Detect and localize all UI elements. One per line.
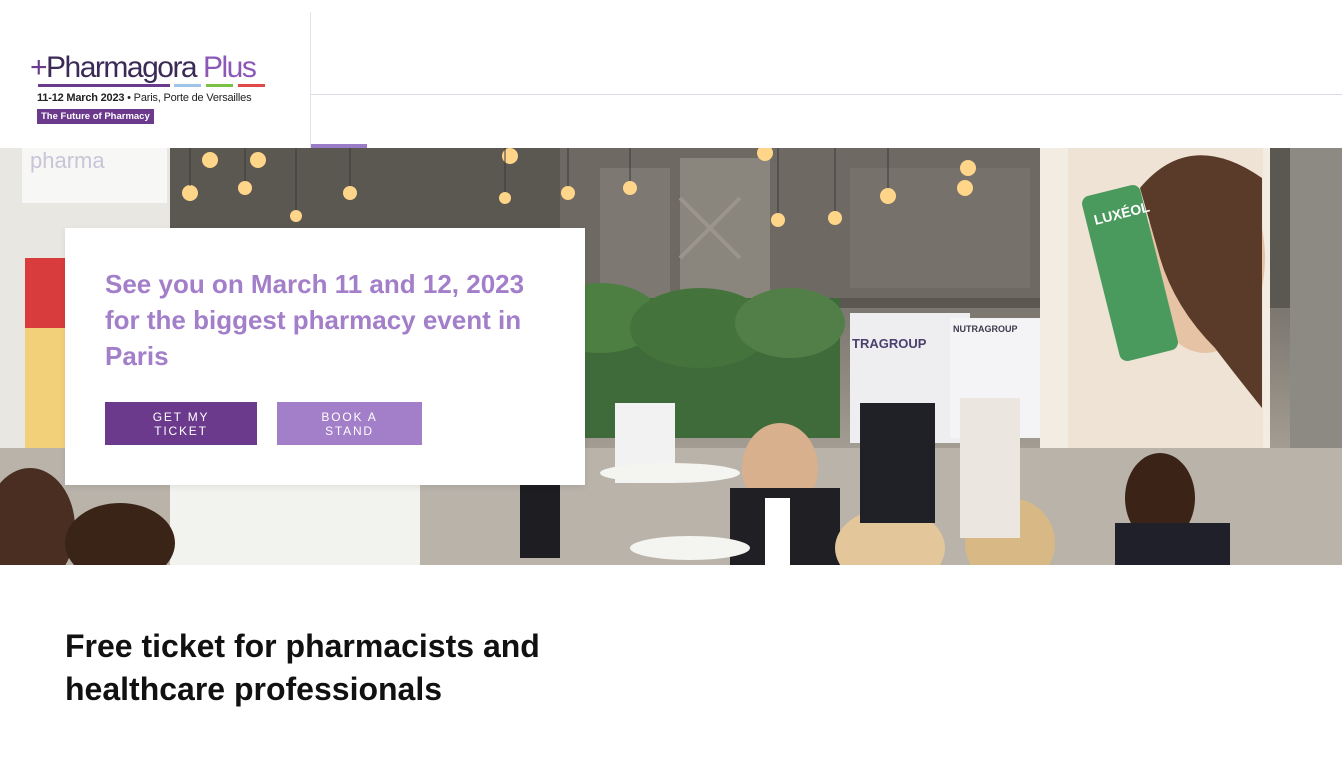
svg-text:pharma: pharma	[30, 148, 105, 173]
logo-dates: 11-12 March 2023	[37, 92, 125, 104]
logo-event-dates: 11-12 March 2023 • Paris, Porte de Versa…	[37, 92, 252, 104]
hero-banner: pharma TRAGROUP NUTRAGROUP LUXÉOL See yo…	[0, 148, 1342, 565]
site-header: +Pharmagora Plus 11-12 March 2023 • Pari…	[0, 0, 1342, 148]
logo-plus-icon: +	[30, 51, 48, 84]
svg-text:TRAGROUP: TRAGROUP	[852, 336, 927, 351]
logo-link[interactable]: +Pharmagora Plus 11-12 March 2023 • Pari…	[0, 12, 311, 148]
nav-divider	[311, 94, 1342, 95]
logo-word-pharmagora: Pharmagora	[46, 51, 198, 84]
logo-color-stripe	[38, 84, 265, 87]
logo-location: • Paris, Porte de Versailles	[124, 92, 252, 104]
hero-headline: See you on March 11 and 12, 2023 for the…	[105, 269, 525, 371]
logo-word-plus: Plus	[196, 51, 257, 84]
logo-wordmark: +Pharmagora Plus	[30, 51, 257, 84]
section-title: Free ticket for pharmacists and healthca…	[65, 628, 540, 707]
svg-text:NUTRAGROUP: NUTRAGROUP	[953, 324, 1018, 334]
book-a-stand-button[interactable]: BOOK A STAND	[277, 402, 422, 445]
hero-callout-card: See you on March 11 and 12, 2023 for the…	[65, 228, 585, 485]
logo-tagline: The Future of Pharmacy	[37, 109, 154, 124]
get-my-ticket-button[interactable]: GET MY TICKET	[105, 402, 257, 445]
